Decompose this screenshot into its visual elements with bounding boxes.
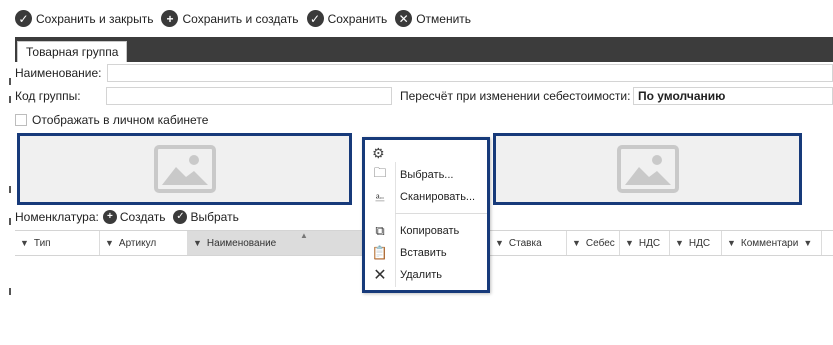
filter-icon[interactable]: ▼ bbox=[20, 238, 29, 248]
menu-separator bbox=[395, 213, 487, 214]
nomenclature-label: Номенклатура: bbox=[15, 210, 99, 224]
column-label: Себес bbox=[585, 237, 615, 249]
folder-icon: 🗀 bbox=[373, 165, 387, 180]
filter-icon[interactable]: ▼ bbox=[193, 238, 202, 248]
nomenclature-create-button[interactable]: + Создать bbox=[102, 210, 166, 224]
gear-icon[interactable]: ⚙ bbox=[372, 145, 385, 162]
menu-item-label: Выбрать... bbox=[400, 169, 454, 181]
left-edge-marker bbox=[9, 78, 11, 85]
menu-item-delete[interactable]: ✕ Удалить bbox=[365, 264, 487, 286]
check-circle-icon: ✓ bbox=[173, 210, 188, 224]
menu-item-label: Копировать bbox=[400, 225, 460, 237]
recalc-label: Пересчёт при изменении себестоимости: bbox=[400, 89, 631, 103]
nomenclature-toolbar: Номенклатура: + Создать ✓ Выбрать bbox=[15, 210, 247, 224]
column-rate[interactable]: ▼ Ставка bbox=[490, 231, 567, 255]
menu-item-label: Вставить bbox=[400, 247, 447, 259]
image-placeholder-icon bbox=[153, 145, 216, 193]
save-create-label: Сохранить и создать bbox=[182, 11, 299, 26]
plus-circle-icon: + bbox=[102, 210, 117, 224]
column-comment[interactable]: ▼ Комментари ▼ bbox=[722, 231, 822, 255]
cancel-button[interactable]: ✕ Отменить bbox=[395, 10, 471, 27]
paste-icon: 📋 bbox=[371, 245, 389, 260]
column-label: НДС bbox=[638, 237, 661, 249]
image-placeholder-left[interactable] bbox=[17, 133, 352, 205]
filter-icon[interactable]: ▼ bbox=[625, 238, 634, 248]
check-circle-icon: ✓ bbox=[15, 10, 32, 27]
name-label: Наименование: bbox=[15, 66, 102, 80]
column-label: НДС bbox=[688, 237, 711, 249]
column-vat[interactable]: ▼ НДС bbox=[620, 231, 670, 255]
column-name[interactable]: ▼ Наименование ▲ bbox=[188, 231, 376, 255]
filter-icon[interactable]: ▼ bbox=[572, 238, 581, 248]
plus-circle-icon: + bbox=[161, 10, 179, 27]
show-cabinet-checkbox[interactable] bbox=[15, 114, 27, 126]
column-article[interactable]: ▼ Артикул bbox=[100, 231, 188, 255]
nomenclature-select-label: Выбрать bbox=[190, 210, 239, 224]
show-cabinet-row: Отображать в личном кабинете bbox=[15, 113, 208, 127]
nomenclature-select-button[interactable]: ✓ Выбрать bbox=[173, 210, 239, 224]
group-code-label: Код группы: bbox=[15, 89, 81, 103]
left-edge-marker bbox=[9, 288, 11, 295]
menu-item-copy[interactable]: ⧉ Копировать bbox=[365, 220, 487, 242]
column-label: Наименование bbox=[206, 237, 277, 249]
filter-icon[interactable]: ▼ bbox=[105, 238, 114, 248]
left-edge-marker bbox=[9, 96, 11, 103]
tab-product-group[interactable]: Товарная группа bbox=[17, 41, 128, 62]
show-cabinet-label: Отображать в личном кабинете bbox=[32, 113, 209, 127]
check-circle-icon: ✓ bbox=[306, 10, 324, 27]
save-label: Сохранить bbox=[327, 11, 388, 26]
menu-item-paste[interactable]: 📋 Вставить bbox=[365, 242, 487, 264]
column-label: Тип bbox=[33, 237, 51, 249]
image-placeholder-right[interactable] bbox=[493, 133, 802, 205]
filter-icon[interactable]: ▼ bbox=[727, 238, 736, 248]
column-vat-2[interactable]: ▼ НДС bbox=[670, 231, 722, 255]
group-code-row: Код группы: Пересчёт при изменении себес… bbox=[15, 87, 833, 105]
name-row: Наименование: bbox=[15, 64, 833, 82]
nomenclature-create-label: Создать bbox=[119, 210, 166, 224]
left-edge-marker bbox=[9, 186, 11, 193]
menu-item-select[interactable]: 🗀 Выбрать... bbox=[365, 164, 487, 186]
image-context-menu: ⚙ 🗀 Выбрать... ⎁ Сканировать... ⧉ Копиро… bbox=[362, 137, 490, 293]
save-create-button[interactable]: + Сохранить и создать bbox=[161, 10, 299, 27]
column-label: Артикул bbox=[118, 237, 157, 249]
save-button[interactable]: ✓ Сохранить bbox=[306, 10, 388, 27]
delete-icon: ✕ bbox=[373, 267, 387, 284]
recalc-select[interactable]: По умолчанию bbox=[633, 87, 833, 105]
x-circle-icon: ✕ bbox=[395, 10, 413, 27]
scan-icon: ⎁ bbox=[374, 189, 386, 204]
sort-asc-icon: ▲ bbox=[300, 231, 308, 240]
filter-icon[interactable]: ▼ bbox=[495, 238, 504, 248]
column-cost[interactable]: ▼ Себес bbox=[567, 231, 620, 255]
save-close-label: Сохранить и закрыть bbox=[36, 11, 154, 26]
filter-icon[interactable]: ▼ bbox=[803, 238, 812, 248]
cancel-label: Отменить bbox=[416, 11, 472, 26]
menu-item-label: Удалить bbox=[400, 269, 442, 281]
name-input[interactable] bbox=[107, 64, 833, 82]
column-label: Комментари bbox=[740, 237, 799, 249]
filter-icon[interactable]: ▼ bbox=[675, 238, 684, 248]
save-close-button[interactable]: ✓ Сохранить и закрыть bbox=[15, 10, 153, 27]
menu-item-label: Сканировать... bbox=[400, 191, 476, 203]
main-toolbar: ✓ Сохранить и закрыть + Сохранить и созд… bbox=[0, 0, 833, 37]
column-type[interactable]: ▼ Тип bbox=[15, 231, 100, 255]
column-label: Ставка bbox=[508, 237, 542, 249]
left-edge-marker bbox=[9, 218, 11, 225]
tab-bar: Товарная группа bbox=[15, 37, 833, 62]
copy-icon: ⧉ bbox=[375, 223, 385, 238]
group-code-input[interactable] bbox=[106, 87, 392, 105]
menu-item-scan[interactable]: ⎁ Сканировать... bbox=[365, 186, 487, 208]
image-placeholder-icon bbox=[616, 145, 679, 193]
